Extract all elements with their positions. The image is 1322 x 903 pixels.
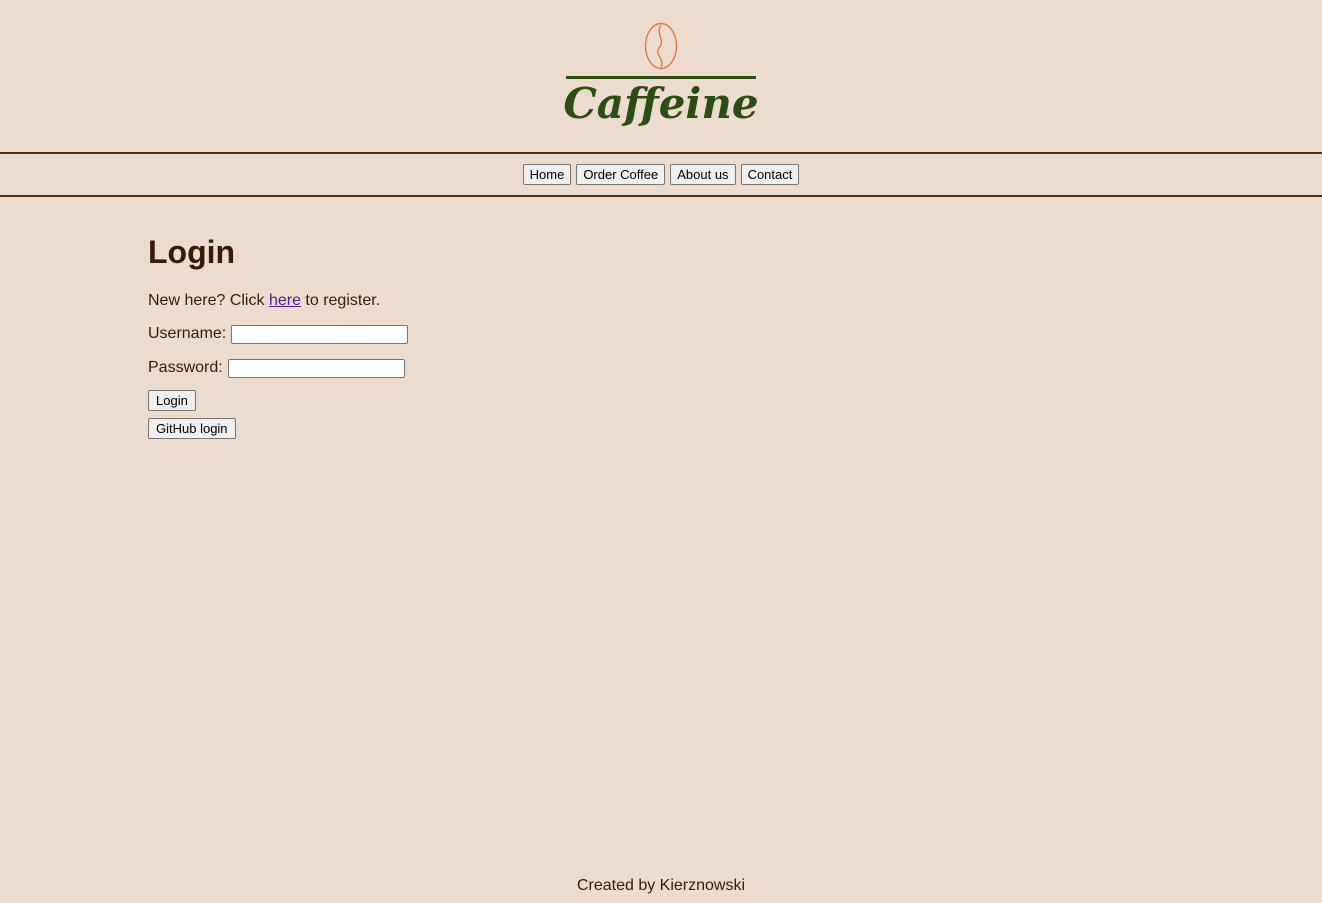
page-title: Login [148,234,236,270]
brand-name: Caffeine [563,79,759,128]
username-label: Username: [148,325,227,342]
footer-credit: Created by Kierznowski [576,877,746,894]
login-section: Login New here? Click here to register. … [148,232,409,439]
password-label: Password: [148,359,223,376]
register-link[interactable]: here [269,292,301,309]
github-login-button[interactable]: GitHub login [148,418,236,439]
nav-home-button[interactable]: Home [522,164,572,185]
nav-contact-button[interactable]: Contact [740,164,800,185]
login-button[interactable]: Login [148,390,196,411]
register-prompt: New here? Click here to register. [148,291,408,311]
nav-order-coffee-button[interactable]: Order Coffee [576,164,666,185]
password-input[interactable] [227,358,405,378]
coffee-bean-icon [644,22,678,70]
username-input[interactable] [231,324,409,344]
register-prefix: New here? Click [148,292,269,309]
register-suffix: to register. [300,292,381,309]
site-logo: Caffeine [0,22,1322,132]
password-row: Password: [148,358,408,378]
username-row: Username: [148,324,409,344]
nav-about-us-button[interactable]: About us [670,164,736,185]
footer: Created by Kierznowski [0,876,1322,896]
main-nav: Home Order Coffee About us Contact [0,152,1322,197]
